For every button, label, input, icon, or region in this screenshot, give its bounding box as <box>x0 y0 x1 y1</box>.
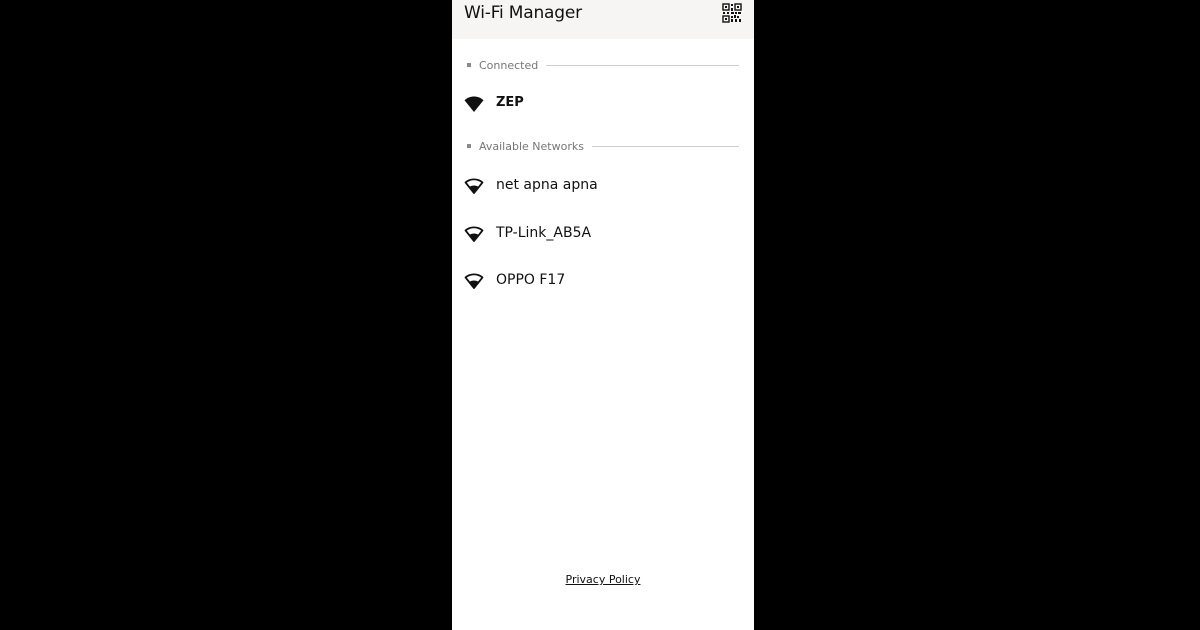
app-bar: Wi-Fi Manager <box>452 0 754 39</box>
network-name: ZEP <box>496 95 524 110</box>
network-row-connected[interactable]: ZEP <box>452 87 754 123</box>
footer: Privacy Policy <box>452 568 754 587</box>
section-bullet <box>467 144 471 148</box>
privacy-policy-link[interactable]: Privacy Policy <box>566 573 641 586</box>
network-name: net apna apna <box>496 177 598 193</box>
network-name: OPPO F17 <box>496 272 566 288</box>
screen-background: Wi-Fi Manager Connected ZEP Available Ne… <box>0 0 1200 630</box>
network-row-available[interactable]: net apna apna <box>452 169 754 205</box>
app-title: Wi-Fi Manager <box>464 3 582 23</box>
wifi-outline-icon <box>464 272 484 290</box>
network-name: TP-Link_AB5A <box>496 225 592 241</box>
section-header-connected: Connected <box>467 58 739 72</box>
section-bullet <box>467 63 471 67</box>
section-header-available: Available Networks <box>467 139 739 153</box>
qr-scan-icon <box>722 3 742 23</box>
section-label-connected: Connected <box>479 58 539 72</box>
wifi-outline-icon <box>464 225 484 243</box>
network-row-available[interactable]: TP-Link_AB5A <box>452 217 754 253</box>
section-divider <box>546 64 739 66</box>
wifi-filled-icon <box>464 95 484 113</box>
section-label-available: Available Networks <box>479 139 584 153</box>
qr-scan-button[interactable] <box>722 3 742 23</box>
app-screen: Wi-Fi Manager Connected ZEP Available Ne… <box>452 0 754 630</box>
wifi-outline-icon <box>464 177 484 195</box>
network-row-available[interactable]: OPPO F17 <box>452 264 754 300</box>
section-divider <box>591 145 739 147</box>
